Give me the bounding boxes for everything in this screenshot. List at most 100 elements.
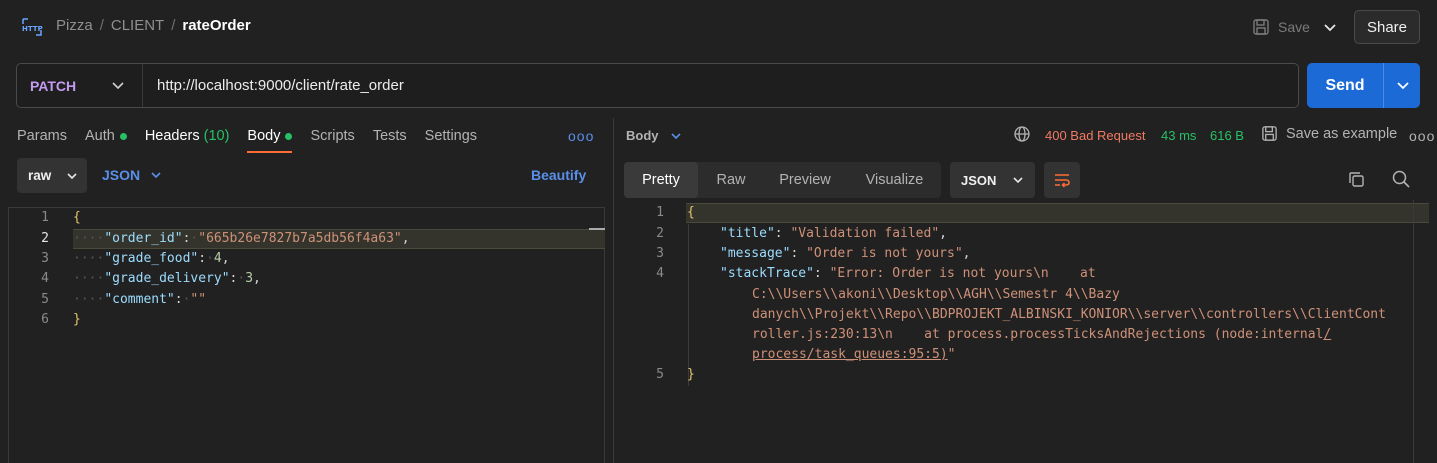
code-line: danych\\Projekt\\Repo\\BDPROJEKT_ALBINSK… bbox=[752, 305, 1386, 325]
tab-pretty[interactable]: Pretty bbox=[624, 162, 698, 198]
breadcrumb-separator: / bbox=[171, 17, 176, 34]
method-label: PATCH bbox=[30, 77, 77, 94]
more-options-icon[interactable]: ooo bbox=[568, 128, 594, 144]
send-button-group: Send bbox=[1307, 63, 1420, 108]
save-label: Save bbox=[1278, 19, 1310, 35]
code-link[interactable]: process/task_queues:95:5) bbox=[752, 345, 948, 365]
code-line: "stackTrace": "Error: Order is not yours… bbox=[720, 264, 1096, 284]
code-line: C:\\Users\\akoni\\Desktop\\AGH\\Semestr … bbox=[752, 285, 1120, 305]
code-token: "order_id" bbox=[104, 230, 183, 246]
chevron-down-icon[interactable] bbox=[1394, 76, 1412, 94]
url-input[interactable]: http://localhost:9000/client/rate_order bbox=[157, 77, 404, 94]
request-body-editor[interactable]: 1 2 3 4 5 6 { ···· "order_id": · "665b26e78… bbox=[8, 207, 605, 463]
method-select[interactable]: PATCH bbox=[17, 64, 143, 107]
breadcrumb: Pizza / CLIENT / rateOrder bbox=[56, 17, 251, 34]
pane-divider[interactable] bbox=[613, 118, 614, 463]
request-name[interactable]: rateOrder bbox=[182, 17, 250, 34]
tab-label: Headers bbox=[144, 128, 200, 144]
code-token: } bbox=[687, 366, 695, 382]
status-badge[interactable]: 400 Bad Request bbox=[1045, 128, 1145, 143]
line-number: 1 bbox=[656, 205, 664, 220]
whitespace-marker: · bbox=[206, 250, 214, 266]
save-as-example-label: Save as example bbox=[1286, 125, 1398, 142]
code-token: danych\\Projekt\\Repo\\BDPROJEKT_ALBINSK… bbox=[752, 306, 1386, 322]
active-tab-underline bbox=[247, 151, 293, 153]
url-bar: PATCH http://localhost:9000/client/rate_… bbox=[16, 63, 1299, 108]
code-token: : bbox=[182, 230, 191, 246]
code-token: "Order is not yours" bbox=[806, 245, 963, 261]
save-icon bbox=[1262, 126, 1277, 141]
more-options-icon[interactable]: ooo bbox=[1409, 128, 1435, 144]
body-mode-label: raw bbox=[28, 168, 52, 183]
line-number: 2 bbox=[656, 226, 664, 241]
save-button[interactable]: Save bbox=[1252, 16, 1310, 38]
tab-scripts[interactable]: Scripts bbox=[310, 128, 354, 144]
code-token: : bbox=[813, 265, 830, 281]
code-link[interactable]: / bbox=[1323, 325, 1331, 345]
response-view-tabs: Pretty Raw Preview Visualize bbox=[624, 162, 941, 198]
whitespace-marker: ···· bbox=[73, 291, 105, 307]
code-token: "Validation failed" bbox=[790, 225, 940, 241]
response-format-label: JSON bbox=[961, 172, 997, 188]
globe-icon[interactable] bbox=[1013, 125, 1031, 143]
code-token: "message" bbox=[720, 245, 791, 261]
breadcrumb-folder[interactable]: CLIENT bbox=[111, 17, 164, 34]
search-icon[interactable] bbox=[1391, 169, 1411, 189]
response-body-viewer[interactable]: 1 2 3 4 5 { "title": "Validation failed"… bbox=[620, 203, 1437, 463]
tab-params[interactable]: Params bbox=[17, 128, 67, 144]
body-format-select[interactable]: JSON bbox=[102, 167, 163, 183]
tab-label: Body bbox=[247, 128, 281, 144]
chevron-down-icon bbox=[1013, 177, 1023, 184]
tab-preview[interactable]: Preview bbox=[768, 162, 842, 198]
request-tabs: Params Auth Headers (10) Body Scripts Tes… bbox=[17, 126, 495, 153]
headers-count: (10) bbox=[203, 128, 230, 144]
code-token: C:\\Users\\akoni\\Desktop\\AGH\\Semestr … bbox=[752, 286, 1120, 302]
response-format-select[interactable]: JSON bbox=[950, 162, 1035, 198]
code-token: { bbox=[687, 204, 695, 220]
tab-settings[interactable]: Settings bbox=[425, 128, 477, 144]
code-token: "stackTrace" bbox=[720, 265, 814, 281]
code-token: } bbox=[73, 311, 81, 327]
tab-headers[interactable]: Headers (10) bbox=[145, 128, 230, 144]
body-format-label: JSON bbox=[102, 167, 141, 183]
breadcrumb-collection[interactable]: Pizza bbox=[56, 17, 93, 34]
top-bar: HTTP Pizza / CLIENT / rateOrder Save Sha… bbox=[0, 0, 1437, 54]
tab-label: Scripts bbox=[310, 128, 355, 144]
beautify-button[interactable]: Beautify bbox=[531, 167, 586, 183]
share-button[interactable]: Share bbox=[1354, 10, 1420, 44]
tab-label: Settings bbox=[424, 128, 478, 144]
response-section-label: Body bbox=[626, 128, 659, 143]
body-mode-select[interactable]: raw bbox=[17, 158, 87, 193]
code-line: ···· "grade_delivery": · 3, bbox=[73, 269, 261, 289]
wrap-lines-button[interactable] bbox=[1044, 162, 1080, 198]
code-token: " bbox=[947, 346, 956, 362]
line-number: 3 bbox=[41, 251, 49, 266]
send-button[interactable]: Send bbox=[1307, 63, 1383, 108]
response-size[interactable]: 616 B bbox=[1210, 128, 1244, 143]
chevron-down-icon[interactable] bbox=[1320, 17, 1340, 37]
tab-tests[interactable]: Tests bbox=[373, 128, 407, 144]
line-number: 5 bbox=[41, 292, 49, 307]
send-divider bbox=[1383, 63, 1384, 108]
tab-body[interactable]: Body bbox=[247, 128, 293, 153]
chevron-down-icon bbox=[151, 172, 161, 179]
code-token: "grade_delivery" bbox=[104, 270, 230, 286]
whitespace-marker: ···· bbox=[73, 250, 105, 266]
tab-auth[interactable]: Auth bbox=[85, 128, 127, 144]
scrollbar[interactable] bbox=[1413, 200, 1414, 463]
indent-guide bbox=[688, 224, 689, 386]
scrollbar-marker bbox=[589, 228, 605, 230]
save-as-example-button[interactable]: Save as example bbox=[1261, 125, 1397, 142]
tab-raw[interactable]: Raw bbox=[702, 162, 760, 198]
code-token: roller.js:230:13\n at process.processTic… bbox=[752, 326, 1324, 342]
whitespace-marker: · bbox=[182, 291, 191, 307]
response-time[interactable]: 43 ms bbox=[1161, 128, 1196, 143]
code-token: , bbox=[939, 225, 947, 241]
copy-icon[interactable] bbox=[1347, 170, 1366, 189]
code-line: { bbox=[687, 203, 695, 223]
code-line: } bbox=[687, 365, 695, 385]
code-token: 4 bbox=[213, 250, 222, 266]
tab-visualize[interactable]: Visualize bbox=[852, 162, 937, 198]
line-number: 5 bbox=[656, 367, 664, 382]
response-section-select[interactable]: Body bbox=[626, 128, 683, 143]
